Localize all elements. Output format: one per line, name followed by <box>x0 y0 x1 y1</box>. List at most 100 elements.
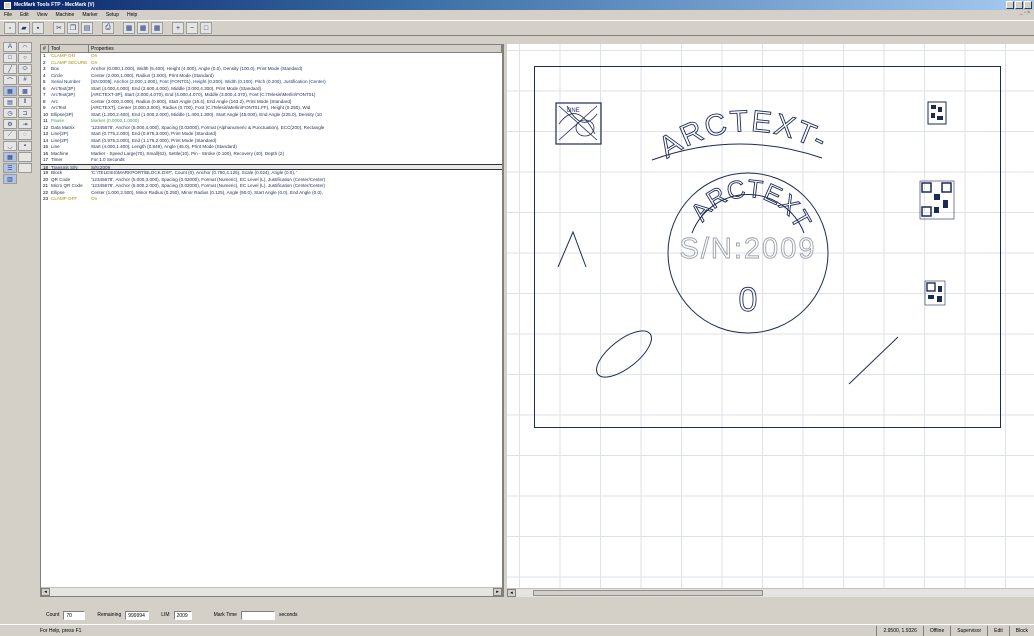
menu-file[interactable]: File <box>4 12 12 18</box>
ellipse-tool-icon[interactable]: ⬭ <box>18 64 32 74</box>
machine-tool-icon[interactable]: ⚙ <box>3 119 17 129</box>
drawing-canvas[interactable]: DNE ARCTEXT-3P ARCTEXT S/N:2009 0 <box>507 44 1034 597</box>
pause-tool-icon[interactable]: ‖ <box>18 97 32 107</box>
grid-view-icon[interactable]: ▦ <box>3 152 17 162</box>
print-icon[interactable]: ⎙ <box>102 22 114 34</box>
arc-tool-icon[interactable]: ◠ <box>18 42 32 52</box>
arc3p-tool-icon[interactable]: ◡ <box>3 141 17 151</box>
qr-tool-icon[interactable]: ▩ <box>18 86 32 96</box>
minimize-button[interactable] <box>1006 1 1014 9</box>
ellipse3p-tool-icon[interactable]: ◌ <box>18 130 32 140</box>
blank-tool-icon[interactable] <box>18 152 32 162</box>
text-tool-icon[interactable]: A <box>3 42 17 52</box>
microqr-tool-icon[interactable]: ▪ <box>18 141 32 151</box>
list-header: # Tool Properties <box>41 45 502 53</box>
line-tool-icon[interactable]: ╱ <box>3 64 17 74</box>
cursor-coordinates: 2.9500, 1.9326 <box>876 625 922 636</box>
row-properties: On <box>91 196 98 201</box>
lim-field[interactable]: 2009 <box>173 610 192 620</box>
pattern-list: # Tool Properties 1 CLAMP ON On 2 CLAMP SECU… <box>40 44 503 597</box>
cut-icon[interactable]: ✂ <box>53 22 65 34</box>
title-bar: MecMark Tools FTP - MecMark (V) <box>0 0 1034 10</box>
arctext-tool-icon[interactable]: ⌒ <box>3 75 17 85</box>
pattern-ellipse[interactable] <box>589 323 658 386</box>
row-tool: Transmit S/N <box>51 164 78 170</box>
window-controls <box>1006 1 1032 9</box>
list-hscrollbar[interactable]: ◂ ▸ <box>41 587 502 596</box>
menu-setup[interactable]: Setup <box>106 12 119 18</box>
arctext[interactable]: ARCTEXT <box>685 174 817 233</box>
grid-icon[interactable]: ▦ <box>123 22 135 34</box>
remaining-field[interactable]: 999994 <box>125 610 150 620</box>
pattern-line[interactable] <box>848 336 899 385</box>
main-toolbar: ▫ ▰ ▪ ✂ ❐ ▤ ⎙ ▦ ▦ ▦ + − □ <box>0 20 1034 36</box>
canvas-hscrollbar[interactable]: ◂ <box>507 588 1034 597</box>
row-number: 18 <box>43 164 49 170</box>
copy-icon[interactable]: ❐ <box>67 22 79 34</box>
mdi-controls[interactable]: _ ▫ × <box>1020 10 1030 16</box>
block-logo[interactable]: DNE <box>555 102 602 145</box>
menu-view[interactable]: View <box>37 12 48 18</box>
grid-fine-icon[interactable]: ▦ <box>151 22 163 34</box>
transmit-tool-icon[interactable]: ⇥ <box>18 119 32 129</box>
qr-code[interactable] <box>919 180 955 220</box>
row-tool: Timer <box>51 157 63 162</box>
lim-label: LIM <box>161 612 170 618</box>
zoom-out-icon[interactable]: − <box>186 22 198 34</box>
tool-palette: A ◠ □ ○ ╱ ⬭ ⌒ # ▦ ▩ ▤ ‖ ◷ ⊐ ⚙ ⇥ ⟋ ◌ ◡ ▪ … <box>3 42 33 260</box>
menu-edit[interactable]: Edit <box>20 12 29 18</box>
menu-marker[interactable]: Marker <box>82 12 98 18</box>
serial-tool-icon[interactable]: # <box>18 75 32 85</box>
timer-tool-icon[interactable]: ◷ <box>3 108 17 118</box>
datamatrix-tool-icon[interactable]: ▦ <box>3 86 17 96</box>
mark-time-field[interactable] <box>240 610 275 620</box>
clamp-tool-icon[interactable]: ⊐ <box>18 108 32 118</box>
new-file-icon[interactable]: ▫ <box>4 22 16 34</box>
row-number: 17 <box>43 157 49 162</box>
scroll-right-arrow[interactable]: ▸ <box>493 588 502 596</box>
canvas-scroll-left-arrow[interactable]: ◂ <box>507 589 516 597</box>
pattern-lines-2p[interactable] <box>557 230 587 268</box>
line2p-tool-icon[interactable]: ⟋ <box>3 130 17 140</box>
row-properties: For 1.0 Seconds <box>91 157 125 162</box>
circle-tool-icon[interactable]: ○ <box>18 53 32 63</box>
data-matrix-code[interactable] <box>927 101 947 125</box>
row-tool: CLAMP OFF <box>51 196 78 201</box>
tool-mode: Block <box>1008 625 1034 636</box>
seconds-label: seconds <box>278 612 298 618</box>
header-tool[interactable]: Tool <box>49 45 89 52</box>
split-view-icon[interactable]: ▥ <box>3 174 17 184</box>
menu-bar: File Edit View Machine Marker Setup Help… <box>0 10 1034 20</box>
open-folder-icon[interactable]: ▰ <box>18 22 30 34</box>
box-tool-icon[interactable]: □ <box>3 53 17 63</box>
list-rows: 1 CLAMP ON On 2 CLAMP SECURE On 3 Box Anchor (0.… <box>41 53 502 203</box>
block-label: DNE <box>567 108 580 114</box>
zero-text[interactable]: 0 <box>738 281 758 320</box>
paste-icon[interactable]: ▤ <box>81 22 93 34</box>
save-icon[interactable]: ▪ <box>32 22 44 34</box>
close-button[interactable] <box>1024 1 1032 9</box>
serial-number-text[interactable]: S/N:2009 <box>679 233 817 266</box>
zoom-fit-icon[interactable]: □ <box>200 22 212 34</box>
blank-tool-icon-2[interactable] <box>18 163 32 173</box>
menu-help[interactable]: Help <box>127 12 137 18</box>
app-icon <box>4 1 11 9</box>
header-properties[interactable]: Properties <box>89 45 502 52</box>
maximize-button[interactable] <box>1015 1 1023 9</box>
count-field[interactable]: 70 <box>63 610 86 620</box>
counter-fields: Count 70 Remaining 999994 LIM 2009 Mark … <box>40 609 298 621</box>
micro-qr-code[interactable] <box>924 280 946 306</box>
list-row[interactable]: 17 Timer For 1.0 Seconds <box>41 157 502 164</box>
list-row[interactable]: 23 CLAMP OFF On <box>41 196 502 203</box>
zoom-in-icon[interactable]: + <box>172 22 184 34</box>
row-number: 23 <box>43 196 49 201</box>
grid-small-icon[interactable]: ▦ <box>137 22 149 34</box>
connection-status: Offline <box>922 625 950 636</box>
canvas-scroll-thumb[interactable] <box>533 590 763 596</box>
header-num[interactable]: # <box>41 45 49 52</box>
canvas-drawing: DNE ARCTEXT-3P ARCTEXT S/N:2009 0 <box>507 44 1001 428</box>
block-tool-icon[interactable]: ▤ <box>3 97 17 107</box>
scroll-left-arrow[interactable]: ◂ <box>41 588 50 596</box>
menu-machine[interactable]: Machine <box>55 12 74 18</box>
list-view-icon[interactable]: ☰ <box>3 163 17 173</box>
